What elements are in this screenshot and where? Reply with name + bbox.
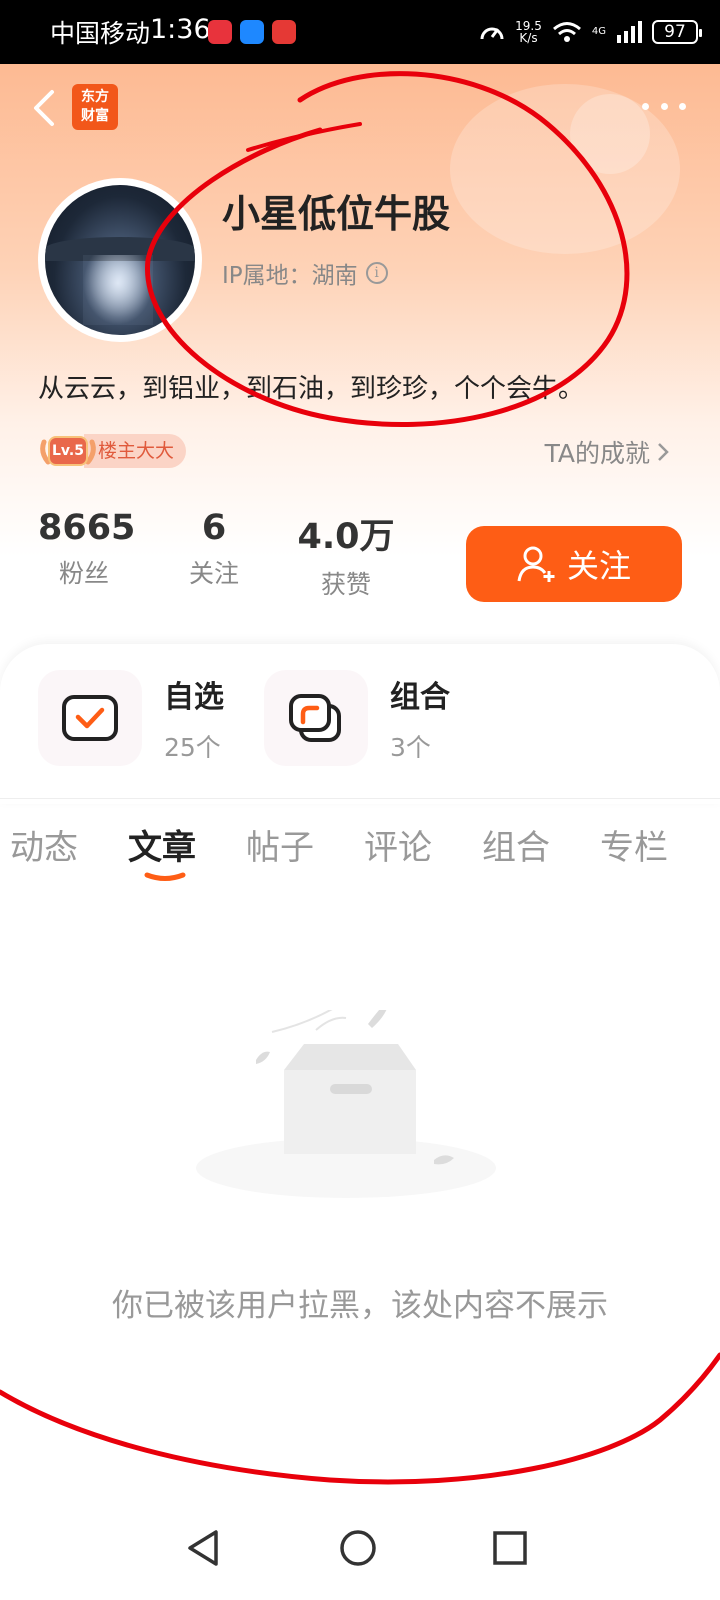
tab-articles[interactable]: 文章 [128, 820, 196, 869]
nav-recents-icon[interactable] [488, 1526, 532, 1570]
content-tabs: 动态 文章 帖子 评论 组合 专栏 [0, 820, 720, 890]
avatar[interactable] [38, 178, 202, 342]
speedometer-icon [480, 27, 504, 40]
empty-box-illustration [196, 1010, 496, 1198]
tab-portfolios[interactable]: 组合 [482, 820, 550, 869]
more-options-icon[interactable] [642, 98, 686, 114]
watchlist-count: 25个 [164, 733, 221, 762]
tab-posts[interactable]: 帖子 [246, 820, 314, 869]
notification-app-icon [240, 20, 264, 44]
watchlist-icon [38, 670, 142, 766]
info-icon[interactable]: i [365, 262, 388, 284]
clock: 1:36 [150, 14, 211, 45]
follow-button[interactable]: 关注 [466, 526, 682, 602]
system-navigation-bar [0, 1500, 720, 1600]
ip-location: IP属地：湖南 i [222, 256, 388, 290]
notification-app-icon [272, 20, 296, 44]
carrier-name: 中国移动 [50, 19, 151, 48]
follow-button-label: 关注 [566, 547, 631, 585]
network-type: 4G [591, 26, 606, 37]
status-bar: 中国移动 1:36 19.5 K/s 4G 97 [0, 0, 720, 64]
header-decoration [570, 94, 650, 174]
level-badge[interactable]: Lv.5 楼主大大 [38, 432, 194, 470]
tab-activity[interactable]: 动态 [10, 820, 78, 869]
signal-icon [617, 21, 642, 43]
portfolio-entry[interactable]: 组合 3个 [264, 670, 450, 766]
nav-home-icon[interactable] [336, 1526, 380, 1570]
notification-app-icon [208, 20, 232, 44]
tab-comments[interactable]: 评论 [364, 820, 432, 869]
nav-back-icon[interactable] [182, 1526, 226, 1570]
stat-likes: 4.0万 获赞 [297, 517, 395, 599]
wifi-icon [552, 22, 581, 42]
achievements-link[interactable]: TA的成就 [545, 434, 670, 470]
chevron-right-icon [658, 443, 669, 461]
back-arrow-icon[interactable] [28, 86, 62, 130]
user-nickname: 小星低位牛股 [222, 192, 451, 236]
level-icon: Lv.5 [38, 430, 100, 472]
portfolio-title: 组合 [390, 680, 450, 715]
divider [0, 798, 720, 799]
brand-logo: 东方 财富 [72, 84, 118, 130]
user-bio: 从云云，到铝业，到石油，到珍珍，个个会牛。 [38, 374, 585, 404]
watchlist-entry[interactable]: 自选 25个 [38, 670, 224, 766]
add-user-icon [517, 546, 555, 582]
stat-fans[interactable]: 8665 粉丝 [38, 508, 135, 590]
watchlist-title: 自选 [164, 680, 224, 715]
portfolio-icon [264, 670, 368, 766]
ip-location-text: IP属地：湖南 [222, 263, 358, 289]
portfolio-count: 3个 [390, 733, 431, 762]
portfolio-card: 自选 25个 组合 3个 [0, 644, 720, 804]
network-speed: 19.5 K/s [515, 19, 542, 45]
stat-following[interactable]: 6 关注 [180, 508, 248, 590]
battery-indicator: 97 [652, 20, 702, 44]
empty-state-message: 你已被该用户拉黑，该处内容不展示 [112, 1288, 608, 1324]
active-tab-indicator [144, 872, 186, 881]
tab-columns[interactable]: 专栏 [600, 820, 668, 869]
status-indicators: 19.5 K/s 4G 97 [479, 16, 702, 48]
